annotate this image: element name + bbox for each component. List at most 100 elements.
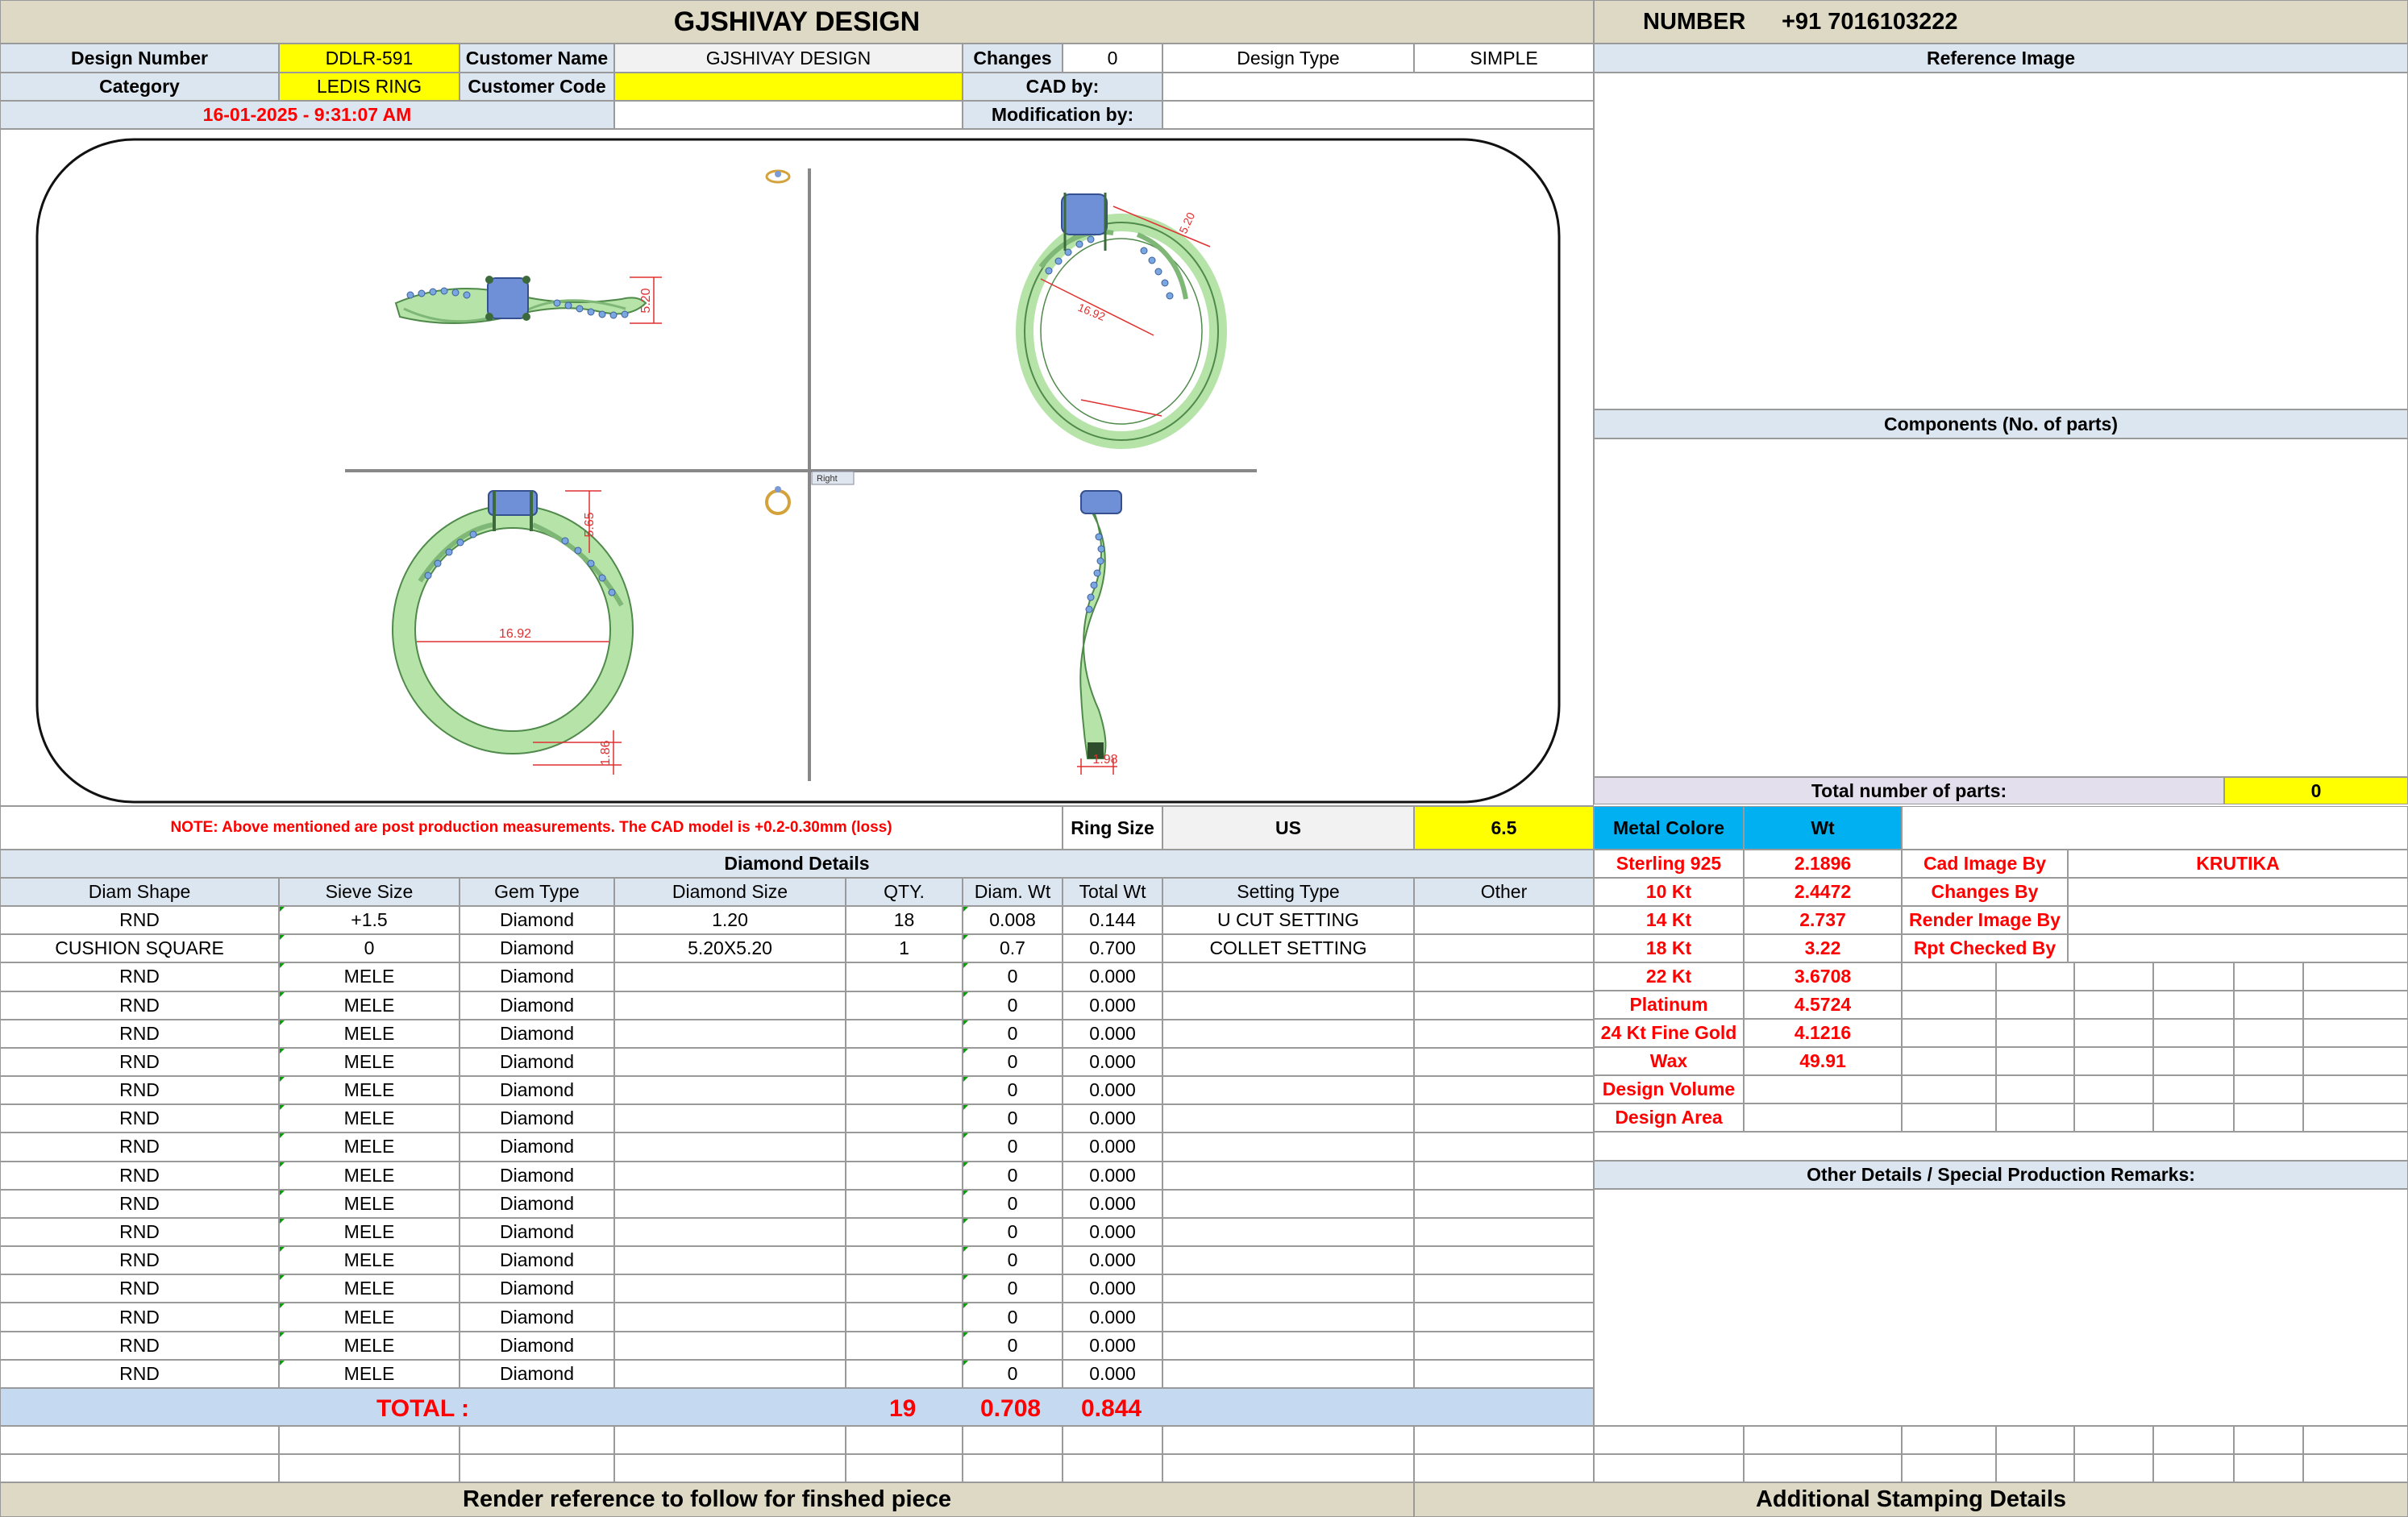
table-cell[interactable]: 0.700	[1063, 934, 1162, 963]
metal-weight[interactable]: 3.6708	[1744, 962, 1902, 991]
table-cell[interactable]: 0.000	[1063, 1331, 1162, 1360]
table-cell[interactable]: 0.000	[1063, 1246, 1162, 1275]
table-cell[interactable]: Diamond	[460, 962, 614, 991]
table-cell[interactable]	[1414, 1246, 1594, 1275]
table-cell[interactable]: 0.000	[1063, 1019, 1162, 1048]
table-cell[interactable]: 0	[963, 1274, 1063, 1303]
table-cell[interactable]	[1414, 934, 1594, 963]
table-cell[interactable]: Diamond	[460, 1189, 614, 1218]
table-cell[interactable]	[1162, 1047, 1414, 1077]
table-cell[interactable]: RND	[0, 1217, 279, 1247]
table-cell[interactable]	[1414, 1076, 1594, 1105]
table-cell[interactable]: MELE	[279, 1246, 460, 1275]
table-cell[interactable]	[1414, 906, 1594, 935]
table-cell[interactable]: 1	[846, 934, 963, 963]
metal-weight[interactable]: 3.22	[1744, 934, 1902, 962]
table-cell[interactable]	[614, 962, 846, 991]
table-cell[interactable]: 0.144	[1063, 906, 1162, 935]
ring-size-value[interactable]: 6.5	[1414, 806, 1594, 850]
table-cell[interactable]: MELE	[279, 1104, 460, 1133]
table-cell[interactable]	[846, 1104, 963, 1133]
table-cell[interactable]: RND	[0, 1359, 279, 1388]
table-cell[interactable]	[614, 1076, 846, 1105]
table-cell[interactable]: Diamond	[460, 1331, 614, 1360]
table-cell[interactable]	[1414, 1047, 1594, 1077]
table-cell[interactable]: 0.000	[1063, 1189, 1162, 1218]
table-cell[interactable]: RND	[0, 1133, 279, 1162]
table-cell[interactable]: 0	[963, 1217, 1063, 1247]
table-cell[interactable]: +1.5	[279, 906, 460, 935]
table-cell[interactable]: 0.000	[1063, 1076, 1162, 1105]
table-cell[interactable]	[614, 1019, 846, 1048]
design-number-value[interactable]: DDLR-591	[279, 44, 460, 73]
table-cell[interactable]: 0.000	[1063, 1274, 1162, 1303]
table-cell[interactable]: 0	[963, 1076, 1063, 1105]
table-cell[interactable]	[614, 1303, 846, 1332]
table-cell[interactable]: Diamond	[460, 1161, 614, 1190]
metal-weight[interactable]	[1744, 1075, 1902, 1103]
table-cell[interactable]: RND	[0, 1104, 279, 1133]
table-cell[interactable]: 0	[963, 1133, 1063, 1162]
table-cell[interactable]: MELE	[279, 1217, 460, 1247]
table-cell[interactable]	[1414, 1161, 1594, 1190]
table-cell[interactable]: RND	[0, 1019, 279, 1048]
table-cell[interactable]	[1162, 1019, 1414, 1048]
table-cell[interactable]: MELE	[279, 1133, 460, 1162]
table-cell[interactable]	[1414, 1303, 1594, 1332]
table-cell[interactable]	[614, 1217, 846, 1247]
table-cell[interactable]: MELE	[279, 1076, 460, 1105]
table-cell[interactable]	[1162, 1189, 1414, 1218]
metal-weight[interactable]: 4.1216	[1744, 1019, 1902, 1047]
table-cell[interactable]: COLLET SETTING	[1162, 934, 1414, 963]
table-cell[interactable]: 0	[963, 962, 1063, 991]
table-cell[interactable]	[846, 1161, 963, 1190]
table-cell[interactable]	[846, 1076, 963, 1105]
modification-by-value[interactable]	[1162, 101, 1594, 129]
metal-weight[interactable]: 2.4472	[1744, 878, 1902, 906]
table-cell[interactable]	[846, 1047, 963, 1077]
table-cell[interactable]	[846, 1019, 963, 1048]
table-cell[interactable]: 0.000	[1063, 1133, 1162, 1162]
table-cell[interactable]: 0.000	[1063, 1104, 1162, 1133]
table-cell[interactable]: RND	[0, 1246, 279, 1275]
metal-weight[interactable]	[1744, 1103, 1902, 1132]
table-cell[interactable]	[846, 1217, 963, 1247]
table-cell[interactable]	[846, 991, 963, 1020]
table-cell[interactable]: MELE	[279, 1019, 460, 1048]
table-cell[interactable]: RND	[0, 991, 279, 1020]
table-cell[interactable]	[1162, 1217, 1414, 1247]
table-cell[interactable]: Diamond	[460, 991, 614, 1020]
metal-weight[interactable]: 49.91	[1744, 1047, 1902, 1075]
table-cell[interactable]: Diamond	[460, 1274, 614, 1303]
table-cell[interactable]: Diamond	[460, 1104, 614, 1133]
table-cell[interactable]: 0	[963, 1189, 1063, 1218]
table-cell[interactable]	[1162, 1274, 1414, 1303]
table-cell[interactable]: 0	[963, 1331, 1063, 1360]
table-cell[interactable]: Diamond	[460, 1047, 614, 1077]
table-cell[interactable]: 0	[963, 1047, 1063, 1077]
category-value[interactable]: LEDIS RING	[279, 73, 460, 101]
table-cell[interactable]	[614, 1359, 846, 1388]
table-cell[interactable]	[1162, 1161, 1414, 1190]
table-cell[interactable]	[1414, 1104, 1594, 1133]
table-cell[interactable]: RND	[0, 1189, 279, 1218]
table-cell[interactable]	[1414, 1217, 1594, 1247]
table-cell[interactable]	[1414, 962, 1594, 991]
table-cell[interactable]: RND	[0, 1303, 279, 1332]
table-cell[interactable]	[846, 1274, 963, 1303]
table-cell[interactable]	[846, 1246, 963, 1275]
table-cell[interactable]	[1162, 1246, 1414, 1275]
design-type-value[interactable]: SIMPLE	[1414, 44, 1594, 73]
customer-name-value[interactable]: GJSHIVAY DESIGN	[614, 44, 963, 73]
table-cell[interactable]	[614, 1189, 846, 1218]
table-cell[interactable]	[1414, 1359, 1594, 1388]
table-cell[interactable]	[614, 1104, 846, 1133]
table-cell[interactable]: MELE	[279, 1161, 460, 1190]
table-cell[interactable]: 18	[846, 906, 963, 935]
table-cell[interactable]: 0.000	[1063, 962, 1162, 991]
metal-weight[interactable]: 4.5724	[1744, 991, 1902, 1019]
table-cell[interactable]	[1162, 991, 1414, 1020]
table-cell[interactable]	[614, 991, 846, 1020]
credit-value[interactable]	[2068, 934, 2408, 962]
table-cell[interactable]: Diamond	[460, 1246, 614, 1275]
